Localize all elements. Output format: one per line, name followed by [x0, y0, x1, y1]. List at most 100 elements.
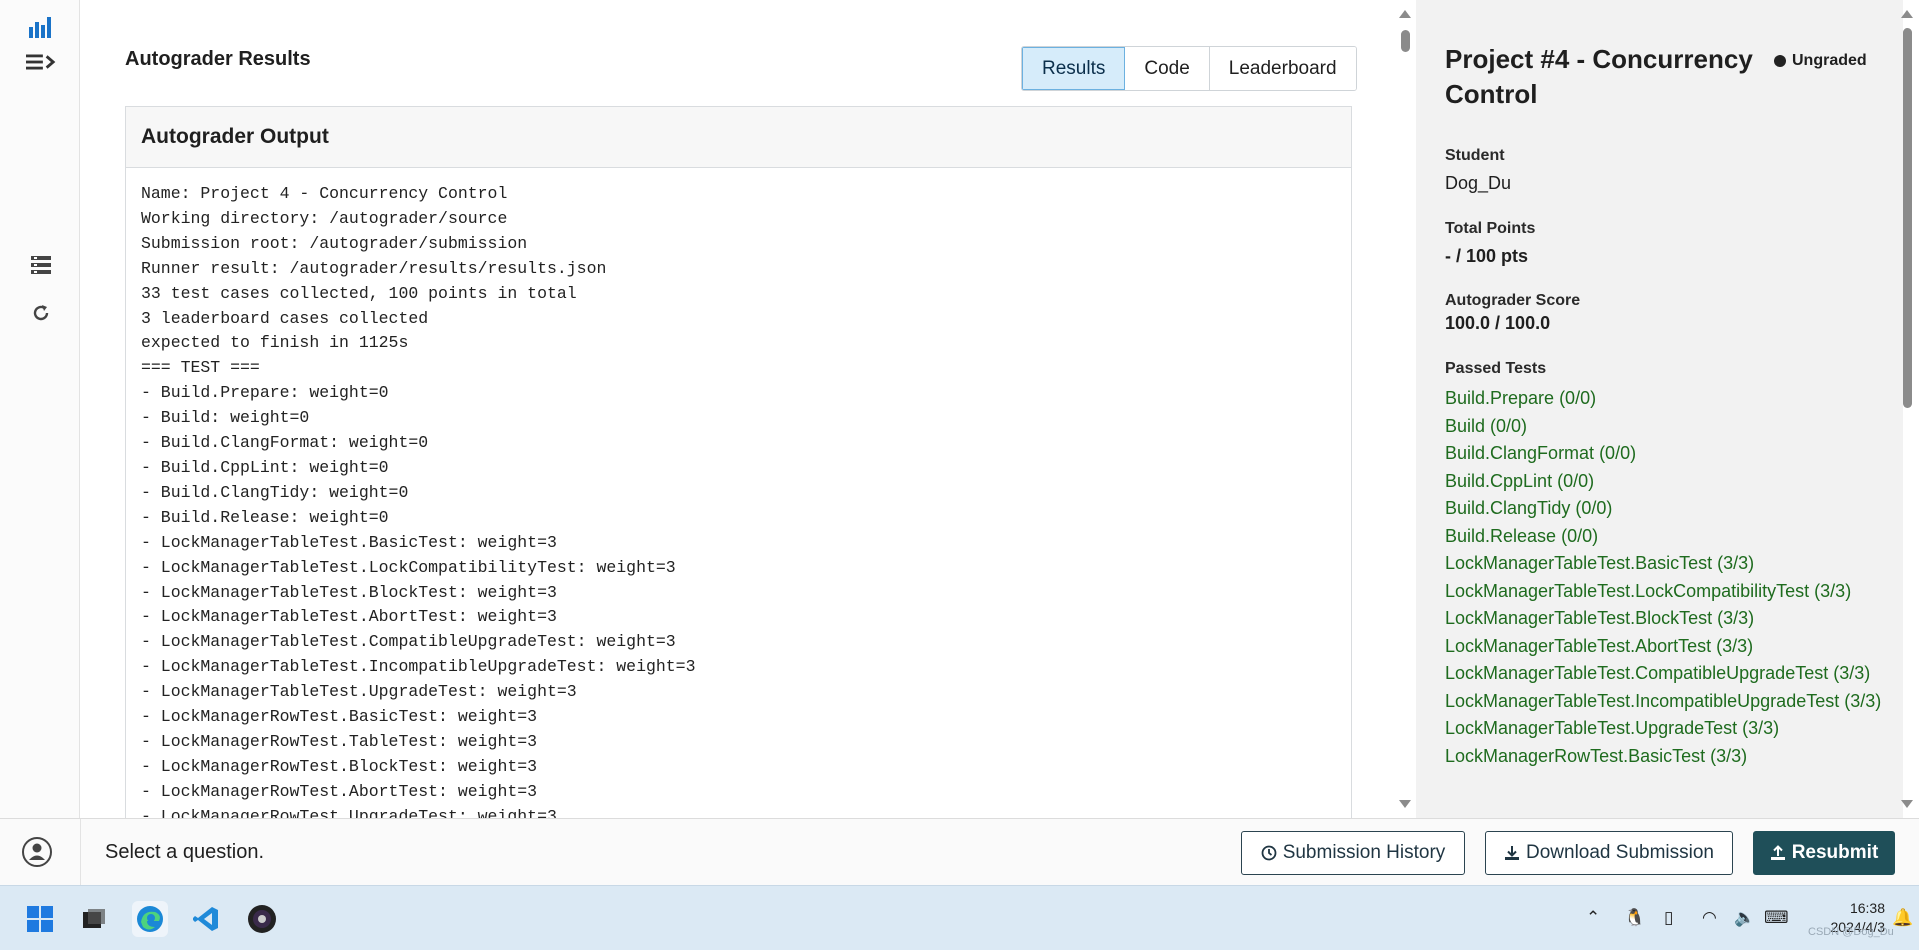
page-title: Autograder Results	[125, 48, 311, 70]
download-submission-button[interactable]: Download Submission	[1485, 831, 1733, 875]
watermark: CSDN @Dog_Du	[1808, 926, 1894, 938]
passed-test-item[interactable]: LockManagerTableTest.BasicTest (3/3)	[1445, 550, 1885, 578]
autograder-score-label: Autograder Score	[1445, 292, 1581, 309]
passed-test-item[interactable]: Build (0/0)	[1445, 413, 1885, 441]
passed-tests-label: Passed Tests	[1445, 360, 1547, 377]
student-label: Student	[1445, 147, 1505, 164]
divider	[80, 819, 81, 886]
passed-test-item[interactable]: LockManagerTableTest.CompatibleUpgradeTe…	[1445, 660, 1885, 688]
tray-chevron-up-icon[interactable]: ⌃	[1586, 908, 1600, 928]
output-line: Name: Project 4 - Concurrency Control	[141, 184, 508, 203]
wifi-icon[interactable]: ◠	[1702, 908, 1717, 928]
status-dot-icon	[1774, 55, 1786, 67]
output-line: - LockManagerTableTest.BlockTest: weight…	[141, 582, 557, 602]
expand-menu-icon[interactable]	[26, 47, 56, 77]
tab-results[interactable]: Results	[1022, 47, 1126, 90]
scroll-down-icon[interactable]	[1901, 800, 1913, 808]
scroll-up-icon[interactable]	[1901, 10, 1913, 18]
upload-icon	[1770, 845, 1785, 860]
output-line: - Build: weight=0	[141, 408, 310, 428]
output-line: - LockManagerRowTest.TableTest: weight=3	[141, 731, 538, 751]
output-line: 33 test cases collected, 100 points in t…	[141, 283, 577, 303]
output-line: expected to finish in 1125s	[141, 333, 409, 353]
sidebar-scrollbar[interactable]	[1900, 6, 1914, 812]
tab-code[interactable]: Code	[1125, 47, 1210, 90]
notification-bell-icon[interactable]: 🔔	[1892, 908, 1913, 928]
project-title: Project #4 - Concurrency Control	[1445, 44, 1753, 109]
student-value: Dog_Du	[1445, 173, 1512, 193]
output-line: - LockManagerTableTest.AbortTest: weight…	[141, 607, 557, 627]
autograder-score-value: 100.0 / 100.0	[1445, 313, 1551, 333]
passed-test-item[interactable]: LockManagerTableTest.LockCompatibilityTe…	[1445, 578, 1885, 606]
main-scrollbar[interactable]	[1398, 6, 1412, 812]
input-method-icon[interactable]: ⌨	[1764, 908, 1789, 928]
resubmit-button[interactable]: Resubmit	[1753, 831, 1895, 875]
submission-sidebar: Project #4 - Concurrency Control Ungrade…	[1416, 0, 1903, 818]
output-line: - Build.ClangTidy: weight=0	[141, 482, 409, 502]
battery-icon[interactable]: ▯	[1664, 908, 1673, 928]
passed-test-item[interactable]: LockManagerTableTest.AbortTest (3/3)	[1445, 633, 1885, 661]
passed-test-item[interactable]: LockManagerTableTest.IncompatibleUpgrade…	[1445, 688, 1885, 716]
qq-tray-icon[interactable]: 🐧	[1624, 908, 1645, 928]
os-taskbar: ⌃ 🐧 ▯ ◠ 🔈 ⌨ 16:38 2024/4/3 🔔 CSDN @Dog_D…	[0, 885, 1919, 950]
output-line: Submission root: /autograder/submission	[141, 233, 528, 253]
outline-list-icon[interactable]	[26, 250, 56, 280]
view-tabs: Results Code Leaderboard	[1021, 46, 1357, 91]
scroll-thumb[interactable]	[1401, 30, 1410, 52]
status-text: Ungraded	[1792, 52, 1867, 69]
volume-icon[interactable]: 🔈	[1734, 908, 1755, 928]
output-line: - LockManagerTableTest.IncompatibleUpgra…	[141, 657, 696, 677]
resubmit-label: Resubmit	[1791, 842, 1879, 863]
main-content: Autograder Results Results Code Leaderbo…	[80, 0, 1398, 818]
total-points-value: - / 100 pts	[1445, 246, 1529, 266]
output-line: === TEST ===	[141, 358, 260, 378]
download-icon	[1505, 846, 1519, 860]
tab-leaderboard[interactable]: Leaderboard	[1209, 47, 1356, 90]
passed-test-item[interactable]: Build.ClangFormat (0/0)	[1445, 440, 1885, 468]
passed-test-item[interactable]: LockManagerRowTest.BasicTest (3/3)	[1445, 743, 1885, 771]
total-points-label: Total Points	[1445, 220, 1536, 237]
select-question-prompt: Select a question.	[105, 841, 264, 863]
output-line: - LockManagerRowTest.AbortTest: weight=3	[141, 781, 538, 801]
output-line: - LockManagerTableTest.UpgradeTest: weig…	[141, 682, 577, 702]
scroll-up-icon[interactable]	[1399, 10, 1411, 18]
submission-history-label: Submission History	[1282, 842, 1446, 863]
output-line: 3 leaderboard cases collected	[141, 308, 429, 328]
panel-title: Autograder Output	[126, 107, 1351, 168]
bar-chart-logo-icon[interactable]	[26, 12, 56, 42]
output-line: Working directory: /autograder/source	[141, 208, 508, 228]
passed-test-item[interactable]: LockManagerTableTest.UpgradeTest (3/3)	[1445, 715, 1885, 743]
output-line: - Build.CppLint: weight=0	[141, 457, 389, 477]
vscode-icon[interactable]	[188, 901, 224, 937]
edge-browser-icon[interactable]	[132, 901, 168, 937]
scroll-thumb[interactable]	[1903, 28, 1912, 408]
output-line: - Build.ClangFormat: weight=0	[141, 433, 429, 453]
bottom-action-bar: Select a question. Submission History Do…	[0, 818, 1919, 886]
status-badge: Ungraded	[1774, 52, 1867, 70]
autograder-output-log: Name: Project 4 - Concurrency Control Wor…	[126, 168, 1351, 818]
refresh-icon[interactable]	[26, 298, 56, 328]
submission-history-button[interactable]: Submission History	[1241, 831, 1465, 875]
scroll-down-icon[interactable]	[1399, 800, 1411, 808]
passed-tests-list: Build.Prepare (0/0) Build (0/0) Build.Clan…	[1445, 385, 1885, 770]
output-line: Runner result: /autograder/results/resul…	[141, 258, 607, 278]
windows-start-icon[interactable]	[22, 901, 58, 937]
autograder-output-panel: Autograder Output Name: Project 4 - Conc…	[125, 106, 1352, 818]
passed-test-item[interactable]: Build.ClangTidy (0/0)	[1445, 495, 1885, 523]
user-account-icon[interactable]	[22, 837, 52, 867]
passed-test-item[interactable]: LockManagerTableTest.BlockTest (3/3)	[1445, 605, 1885, 633]
output-line: - Build.Prepare: weight=0	[141, 383, 389, 403]
left-rail	[0, 0, 80, 885]
output-line: - LockManagerTableTest.CompatibleUpgrade…	[141, 632, 676, 652]
passed-test-item[interactable]: Build.CppLint (0/0)	[1445, 468, 1885, 496]
output-line: - LockManagerRowTest.BlockTest: weight=3	[141, 756, 538, 776]
passed-test-item[interactable]: Build.Prepare (0/0)	[1445, 385, 1885, 413]
output-line: - LockManagerTableTest.BasicTest: weight…	[141, 532, 557, 552]
output-line: - LockManagerRowTest.UpgradeTest: weight…	[141, 806, 557, 818]
download-submission-label: Download Submission	[1526, 842, 1714, 863]
passed-test-item[interactable]: Build.Release (0/0)	[1445, 523, 1885, 551]
output-line: - LockManagerTableTest.LockCompatibility…	[141, 557, 676, 577]
obs-studio-icon[interactable]	[244, 901, 280, 937]
task-view-icon[interactable]	[76, 901, 112, 937]
clock-icon	[1261, 845, 1277, 861]
